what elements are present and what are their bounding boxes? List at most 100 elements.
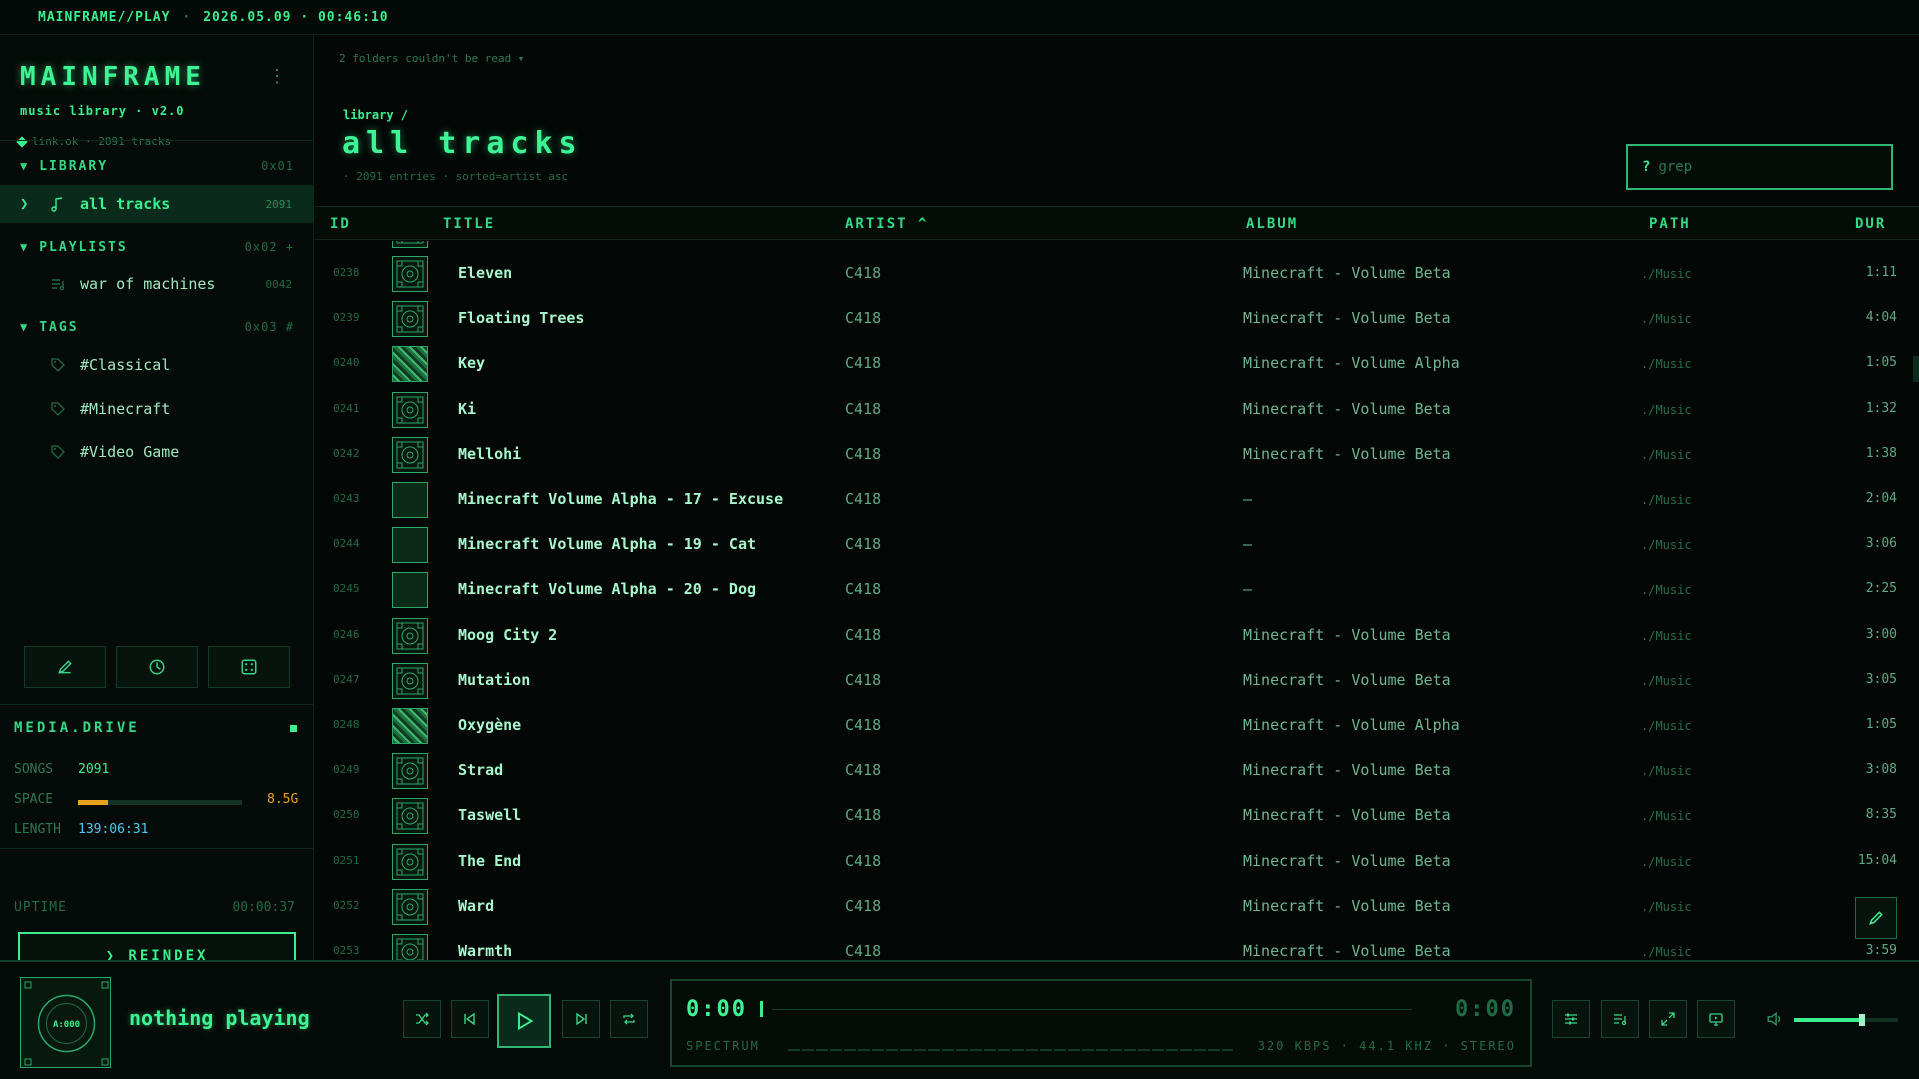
link-status: link.ok · 2091 tracks (16, 135, 172, 148)
repeat-button[interactable] (610, 1000, 648, 1038)
table-row[interactable]: 0238 Eleven C418 Minecraft - Volume Beta ./M… (315, 251, 1919, 296)
table-row[interactable]: 0249 Strad C418 Minecraft - Volume Beta ./Mu… (315, 748, 1919, 793)
table-row[interactable]: 0244 Minecraft Volume Alpha - 19 - Cat C41… (315, 522, 1919, 567)
section-tags-hex[interactable]: 0x03 # (245, 320, 294, 334)
column-album[interactable]: ALBUM (1246, 216, 1298, 232)
track-path: ./Music (1641, 493, 1692, 507)
table-row[interactable]: 0250 Taswell C418 Minecraft - Volume Beta ./… (315, 793, 1919, 838)
section-playlists-hex[interactable]: 0x02 + (245, 240, 294, 254)
track-title: Minecraft Volume Alpha - 20 - Dog (458, 580, 757, 599)
track-album: Minecraft - Volume Alpha (1243, 354, 1460, 373)
volume-icon[interactable] (1766, 1010, 1784, 1028)
track-path: ./Music (1641, 267, 1692, 281)
track-album: – (1243, 490, 1253, 508)
edit-floating-button[interactable] (1855, 897, 1897, 939)
table-row[interactable]: 0245 Minecraft Volume Alpha - 20 - Dog C41… (315, 567, 1919, 612)
scrollbar-thumb[interactable] (1913, 356, 1919, 382)
album-art (392, 888, 428, 925)
column-id[interactable]: ID (330, 216, 351, 232)
table-row[interactable]: 0248 Oxygène C418 Minecraft - Volume Alpha.… (315, 703, 1919, 748)
sidebar-divider (0, 848, 314, 849)
track-artist: C418 (845, 535, 882, 554)
track-id: 0242 (333, 446, 360, 460)
track-id: 0251 (333, 853, 360, 867)
drive-title: MEDIA.DRIVE (14, 720, 140, 736)
table-row[interactable]: 0239 Floating Trees C418 Minecraft - Volume… (315, 296, 1919, 341)
seek-bar[interactable] (772, 1009, 1412, 1010)
play-button[interactable] (497, 994, 551, 1048)
audio-format: 320 KBPS · 44.1 KHZ · STEREO (1257, 1039, 1516, 1053)
album-art (392, 241, 428, 248)
track-path: ./Music (1641, 719, 1692, 733)
playhead[interactable] (760, 1001, 763, 1017)
track-id: 0246 (333, 627, 360, 641)
queue-button[interactable] (1601, 1000, 1639, 1038)
collapse-triangle-icon: ▼ (20, 159, 30, 173)
track-album: Minecraft - Volume Beta (1243, 761, 1451, 780)
album-art-icon (396, 667, 424, 695)
space-bar (78, 800, 242, 805)
track-artist: C418 (845, 761, 882, 780)
sidebar-item-playlist[interactable]: war of machines 0042 (0, 265, 314, 303)
column-title[interactable]: TITLE (443, 216, 495, 232)
track-duration: 15:04 (1857, 852, 1897, 868)
track-title: Floating Trees (458, 309, 585, 328)
history-tool-button[interactable] (116, 646, 198, 688)
column-artist[interactable]: ARTIST ^ (845, 216, 928, 232)
table-row[interactable]: 0251 The End C418 Minecraft - Volume Beta ./… (315, 839, 1919, 884)
track-artist: C418 (845, 580, 882, 599)
shuffle-pick-tool-button[interactable] (208, 646, 290, 688)
expand-icon (1661, 1012, 1675, 1026)
next-button[interactable] (562, 1000, 600, 1038)
table-row[interactable]: 0241 Ki C418 Minecraft - Volume Beta ./Music… (315, 387, 1919, 432)
edit-tool-button[interactable] (24, 646, 106, 688)
previous-button[interactable] (451, 1000, 489, 1038)
volume-knob[interactable] (1858, 1014, 1865, 1026)
section-library[interactable]: ▼ LIBRARY 0x01 (0, 153, 314, 179)
search-input[interactable]: ? grep (1626, 144, 1893, 190)
sidebar-item-tag-minecraft[interactable]: #Minecraft (0, 390, 314, 428)
equalizer-button[interactable] (1552, 1000, 1590, 1038)
table-row[interactable]: 0247 Mutation C418 Minecraft - Volume Beta.… (315, 658, 1919, 703)
table-row[interactable]: 0240 Key C418 Minecraft - Volume Alpha ./Mus… (315, 341, 1919, 386)
track-path: ./Music (1641, 402, 1692, 417)
track-path: ./Music (1641, 628, 1692, 643)
table-row[interactable]: 0242 Mellohi C418 Minecraft - Volume Beta ./… (315, 432, 1919, 477)
table-row[interactable]: 0246 Moog City 2 C418 Minecraft - Volume Be… (315, 613, 1919, 658)
track-id: 0248 (333, 718, 360, 731)
album-art (392, 256, 428, 292)
track-duration: 3:59 (1865, 943, 1897, 958)
link-status-text: link.ok · 2091 tracks (32, 135, 172, 148)
track-artist: C418 (845, 399, 882, 418)
fullscreen-button[interactable] (1649, 1000, 1687, 1038)
folder-warning[interactable]: 2 folders couldn't be read ▾ (339, 52, 524, 65)
track-duration: 3:06 (1865, 536, 1897, 552)
more-menu-icon[interactable]: ⋮ (268, 66, 286, 87)
sidebar-item-tag-classical[interactable]: #Classical (0, 346, 314, 384)
sidebar-item-tag-video-game[interactable]: #Video Game (0, 433, 314, 471)
dice-icon (241, 659, 257, 675)
column-path[interactable]: PATH (1649, 216, 1691, 232)
album-art-icon (396, 441, 424, 469)
breadcrumb[interactable]: library / (343, 108, 408, 122)
album-art (392, 617, 428, 654)
sidebar-item-label: #Minecraft (80, 400, 171, 418)
sidebar-divider (0, 140, 314, 141)
track-artist: C418 (845, 490, 882, 508)
section-tags[interactable]: ▼ TAGS 0x03 # (0, 314, 314, 340)
column-duration[interactable]: DUR (1855, 216, 1886, 232)
table-row[interactable]: 0243 Minecraft Volume Alpha - 17 - Excuse… (315, 477, 1919, 522)
track-artist: C418 (845, 625, 882, 644)
album-art (392, 753, 428, 790)
table-row[interactable]: 0253 Warmth C418 Minecraft - Volume Beta ./M… (315, 929, 1919, 960)
shuffle-button[interactable] (403, 1000, 441, 1038)
songs-value: 2091 (78, 762, 110, 777)
cast-button[interactable] (1697, 1000, 1735, 1038)
player-bar: A:000 nothing playing 0:00 0:00 SPECTRUM… (0, 960, 1919, 1079)
track-duration: 1:05 (1865, 355, 1897, 371)
sidebar-item-all-tracks[interactable]: ❯ all tracks 2091 (0, 185, 314, 223)
track-title: Mellohi (458, 444, 522, 463)
volume-slider[interactable] (1794, 1014, 1898, 1026)
table-row[interactable]: 0252 Ward C418 Minecraft - Volume Beta ./Mus… (315, 884, 1919, 929)
section-playlists[interactable]: ▼ PLAYLISTS 0x02 + (0, 234, 314, 260)
